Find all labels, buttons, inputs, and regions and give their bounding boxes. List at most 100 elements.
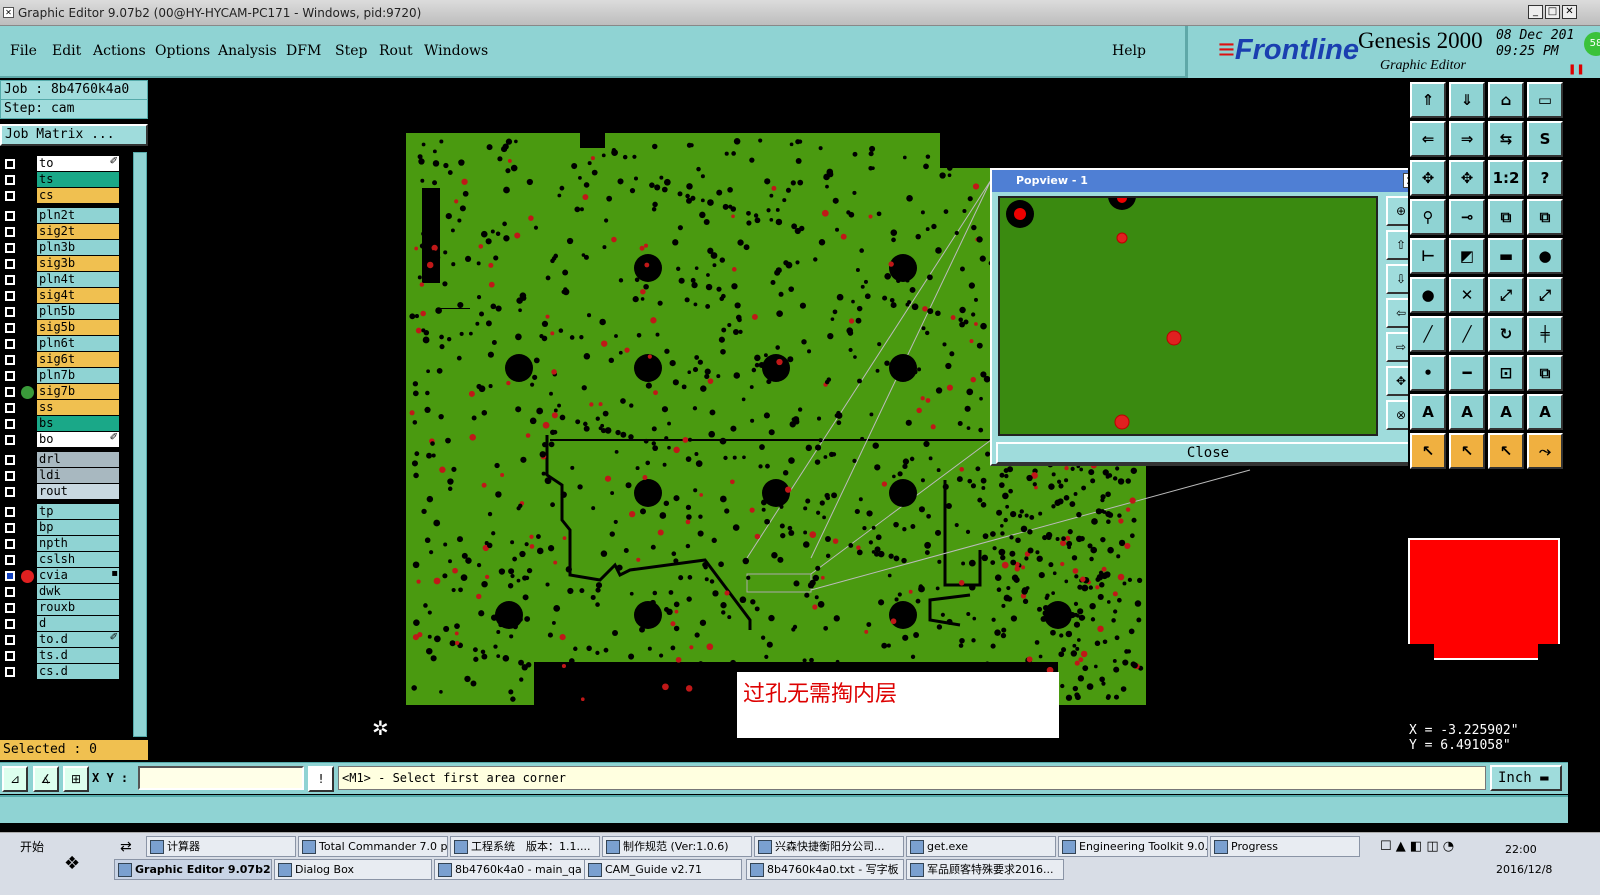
layer-name[interactable]: cvia xyxy=(37,567,119,583)
layer-row-sig7b[interactable]: sig7b xyxy=(0,384,120,400)
layer-checkbox[interactable] xyxy=(5,211,15,221)
tool-layers2-icon[interactable]: ⧉ xyxy=(1527,199,1563,235)
layer-checkbox[interactable] xyxy=(5,418,15,429)
layer-checkbox[interactable] xyxy=(5,227,15,237)
tool-width-icon[interactable]: ⊡ xyxy=(1488,355,1524,391)
layer-row-pln7b[interactable]: pln7b xyxy=(0,368,120,384)
layer-name[interactable]: pln3b xyxy=(37,240,119,255)
tool-ruler-icon[interactable]: ▬ xyxy=(1488,238,1524,274)
layer-name[interactable]: cs.d xyxy=(37,663,119,679)
tool-window-icon[interactable]: ▭ xyxy=(1527,82,1563,118)
snap-tool-icon[interactable]: ⊿ xyxy=(2,766,28,792)
tool-line-icon[interactable]: ⤢ xyxy=(1488,277,1524,313)
tool-diag-icon[interactable]: ╱ xyxy=(1410,316,1446,352)
layer-name[interactable]: pln5b xyxy=(37,304,119,319)
layer-name[interactable]: pln4t xyxy=(37,272,119,287)
taskbar-item[interactable]: 8b4760k4a0.txt - 写字板 xyxy=(746,859,904,880)
layer-checkbox[interactable] xyxy=(5,307,15,317)
layer-scrollbar[interactable] xyxy=(133,152,147,737)
layer-name[interactable]: ts xyxy=(37,172,119,187)
taskbar-item[interactable]: Dialog Box xyxy=(274,859,432,880)
tool-a2-icon[interactable]: A xyxy=(1449,394,1485,430)
layer-name[interactable]: pln7b xyxy=(37,368,119,383)
layer-row-tp[interactable]: tp xyxy=(0,503,120,520)
layer-row-cslsh[interactable]: cslsh xyxy=(0,551,120,568)
layer-row-cvia[interactable]: cvia ▪ xyxy=(0,567,120,584)
layer-checkbox[interactable] xyxy=(5,506,15,517)
layer-name[interactable]: ss xyxy=(37,399,119,415)
layer-checkbox[interactable] xyxy=(5,291,15,301)
tray-icons[interactable]: ☐ ▲ ◧ ◫ ◔ xyxy=(1380,839,1454,854)
layer-checkbox[interactable] xyxy=(5,554,15,565)
layer-checkbox[interactable] xyxy=(5,191,15,201)
tool-cross-icon[interactable]: ✕ xyxy=(1449,277,1485,313)
layer-name[interactable]: bp xyxy=(37,519,119,535)
layer-name[interactable]: cs xyxy=(37,188,119,203)
overview-map[interactable] xyxy=(1408,538,1564,662)
layer-row-bs[interactable]: bs xyxy=(0,415,120,432)
windows-logo-icon[interactable]: ❖ xyxy=(64,853,80,874)
layer-row-ts-d[interactable]: ts.d xyxy=(0,647,120,664)
layer-row-pln3b[interactable]: pln3b xyxy=(0,240,120,256)
tool-pin-icon[interactable]: ⚲ xyxy=(1410,199,1446,235)
tool-select3-icon[interactable]: ↖ xyxy=(1488,433,1524,469)
layer-row-drl[interactable]: drl xyxy=(0,451,120,468)
layer-name[interactable]: ts.d xyxy=(37,647,119,663)
menu-help[interactable]: Help xyxy=(1112,43,1146,59)
tool-copy-icon[interactable]: ⧉ xyxy=(1527,355,1563,391)
menu-analysis[interactable]: Analysis xyxy=(218,43,277,59)
layer-name[interactable]: npth xyxy=(37,535,119,551)
tool-via-icon[interactable]: ● xyxy=(1410,277,1446,313)
tool-swap-icon[interactable]: ⇆ xyxy=(1488,121,1524,157)
taskbar-item[interactable]: 工程系统 版本：1.1.... xyxy=(450,836,600,857)
layer-name[interactable]: sig7b xyxy=(37,384,119,399)
tool-measure-icon[interactable]: ⊢ xyxy=(1410,238,1446,274)
layer-checkbox[interactable] xyxy=(5,159,15,169)
layer-name[interactable]: sig2t xyxy=(37,224,119,239)
taskbar-item[interactable]: CAM_Guide v2.71 xyxy=(584,859,742,880)
taskbar-item[interactable]: get.exe xyxy=(906,836,1056,857)
popview-close-button[interactable]: Close xyxy=(996,442,1420,464)
layer-row-rouxb[interactable]: rouxb xyxy=(0,599,120,616)
layer-checkbox[interactable] xyxy=(5,602,15,613)
popview-canvas[interactable] xyxy=(998,182,1378,436)
layer-name[interactable]: cslsh xyxy=(37,551,119,567)
taskbar-item[interactable]: Graphic Editor 9.07b2 ... xyxy=(114,859,272,880)
tool-a3-icon[interactable]: A xyxy=(1488,394,1524,430)
layer-checkbox[interactable] xyxy=(5,470,15,481)
info-icon[interactable]: ! xyxy=(308,766,334,792)
tool-right-icon[interactable]: ⇒ xyxy=(1449,121,1485,157)
layer-checkbox[interactable] xyxy=(5,634,15,645)
layer-checkbox[interactable] xyxy=(5,454,15,465)
menu-step[interactable]: Step xyxy=(335,43,367,59)
layer-name[interactable]: sig3b xyxy=(37,256,119,271)
layer-row-pln2t[interactable]: pln2t xyxy=(0,208,120,224)
layer-checkbox[interactable] xyxy=(5,371,15,381)
layer-checkbox[interactable] xyxy=(5,434,15,445)
tool-move-icon[interactable]: ✥ xyxy=(1449,160,1485,196)
layer-checkbox[interactable] xyxy=(5,259,15,269)
layer-checkbox[interactable] xyxy=(5,355,15,365)
layer-name[interactable]: bs xyxy=(37,415,119,431)
layer-checkbox[interactable] xyxy=(5,618,15,629)
tool-layer-icon[interactable]: ⧉ xyxy=(1488,199,1524,235)
layer-row-cs-d[interactable]: cs.d xyxy=(0,663,120,680)
layer-name[interactable]: d xyxy=(37,615,119,631)
layer-row-pln6t[interactable]: pln6t xyxy=(0,336,120,352)
tool-home-icon[interactable]: ⇑ xyxy=(1410,82,1446,118)
layer-name[interactable]: ldi xyxy=(37,467,119,483)
tool-snap-icon[interactable]: ◩ xyxy=(1449,238,1485,274)
start-button[interactable]: 开始 xyxy=(2,837,62,859)
layer-row-to-d[interactable]: to.d ✐ xyxy=(0,631,120,648)
layer-checkbox[interactable] xyxy=(5,570,15,581)
taskbar-item[interactable]: 制作规范 (Ver:1.0.6) xyxy=(602,836,752,857)
layer-name[interactable]: dwk xyxy=(37,583,119,599)
layer-row-pln5b[interactable]: pln5b xyxy=(0,304,120,320)
layer-row-d[interactable]: d xyxy=(0,615,120,632)
menu-actions[interactable]: Actions xyxy=(93,43,146,59)
tool-line2-icon[interactable]: ⤢ xyxy=(1527,277,1563,313)
layer-checkbox[interactable] xyxy=(5,275,15,285)
xy-input[interactable] xyxy=(138,766,304,790)
tool-scale-icon[interactable]: 1:2 xyxy=(1488,160,1524,196)
menu-file[interactable]: File xyxy=(10,43,37,59)
